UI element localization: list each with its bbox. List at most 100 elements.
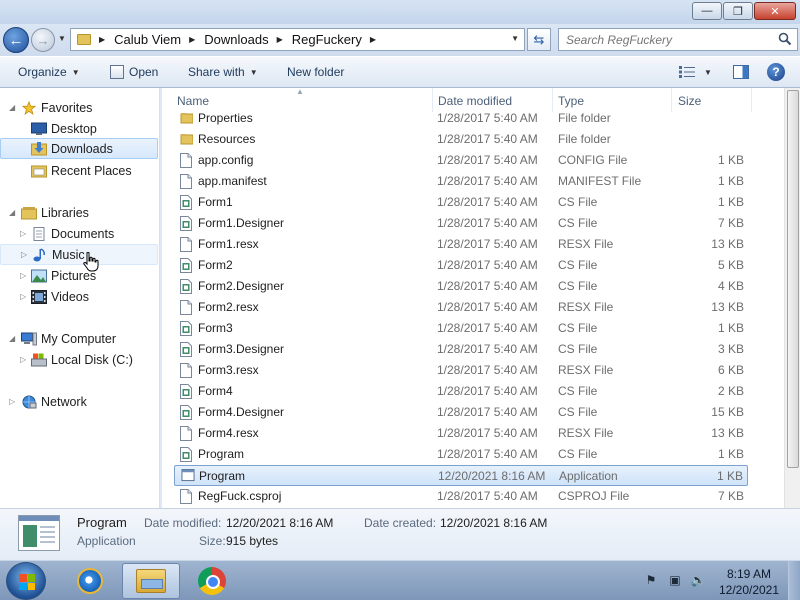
back-button[interactable]: ← <box>3 27 29 53</box>
collapsed-icon[interactable]: ▷ <box>20 229 26 238</box>
nav-local-disk[interactable]: ▷ Local Disk (C:) <box>0 349 158 370</box>
breadcrumb-separator-icon[interactable]: ▶ <box>99 35 105 44</box>
breadcrumb-item[interactable]: Calub Viem <box>114 32 181 47</box>
open-button[interactable]: Open <box>110 65 158 79</box>
nav-documents[interactable]: ▷ Documents <box>0 223 158 244</box>
file-row[interactable]: Form2.resx 1/28/2017 5:40 AM RESX File 13 K… <box>174 297 748 318</box>
file-row[interactable]: Resources 1/28/2017 5:40 AM File folder <box>174 129 748 150</box>
nav-my-computer[interactable]: ◢ My Computer <box>0 328 158 349</box>
close-button[interactable]: ✕ <box>754 2 796 20</box>
file-date-modified: 1/28/2017 5:40 AM <box>437 174 538 188</box>
refresh-button[interactable]: ⇆ <box>527 28 551 51</box>
start-button[interactable] <box>6 562 46 600</box>
collapsed-icon[interactable]: ▷ <box>9 397 15 406</box>
nav-label: Videos <box>51 289 89 304</box>
taskbar-chrome[interactable] <box>183 563 241 599</box>
collapsed-icon[interactable]: ▷ <box>20 271 26 280</box>
collapsed-icon[interactable]: ▷ <box>20 292 26 301</box>
file-row[interactable]: Form4 1/28/2017 5:40 AM CS File 2 KB <box>174 381 748 402</box>
file-row[interactable]: Program 1/28/2017 5:40 AM CS File 1 KB <box>174 444 748 465</box>
file-row[interactable]: Form3.resx 1/28/2017 5:40 AM RESX File 6 KB <box>174 360 748 381</box>
search-icon[interactable] <box>778 32 792 46</box>
column-header-size[interactable]: Size <box>678 94 701 108</box>
volume-icon[interactable]: 🔈 <box>691 573 706 587</box>
maximize-button[interactable]: ❐ <box>723 2 753 20</box>
application-icon <box>181 469 195 482</box>
column-divider[interactable] <box>751 88 752 112</box>
file-row[interactable]: Form3.Designer 1/28/2017 5:40 AM CS File 3 … <box>174 339 748 360</box>
organize-button[interactable]: Organize ▼ <box>18 65 80 79</box>
file-date-modified: 1/28/2017 5:40 AM <box>437 489 538 503</box>
system-clock[interactable]: 8:19 AM 12/20/2021 <box>718 566 780 598</box>
file-date-modified: 1/28/2017 5:40 AM <box>437 111 538 125</box>
address-history-dropdown[interactable]: ▼ <box>511 34 519 43</box>
taskbar-windows-explorer[interactable] <box>122 563 180 599</box>
open-label: Open <box>129 65 159 79</box>
network-status-icon[interactable]: ▣ <box>668 573 682 587</box>
search-input[interactable] <box>566 32 771 47</box>
nav-music[interactable]: ▷ Music <box>0 244 158 265</box>
file-size: 6 KB <box>717 363 744 377</box>
nav-videos[interactable]: ▷ Videos <box>0 286 158 307</box>
vertical-scrollbar[interactable] <box>784 88 800 508</box>
minimize-button[interactable]: — <box>692 2 722 20</box>
file-type: CS File <box>558 258 598 272</box>
search-box[interactable] <box>558 28 798 51</box>
preview-pane-icon[interactable] <box>733 65 749 79</box>
file-row[interactable]: Form1.resx 1/28/2017 5:40 AM RESX File 13 K… <box>174 234 748 255</box>
breadcrumb-separator-icon[interactable]: ▶ <box>189 35 195 44</box>
action-center-flag-icon[interactable]: ⚑ <box>644 573 658 587</box>
file-type: RESX File <box>558 300 614 314</box>
nav-pictures[interactable]: ▷ Pictures <box>0 265 158 286</box>
file-date-modified: 1/28/2017 5:40 AM <box>437 153 538 167</box>
file-name: app.manifest <box>198 174 267 188</box>
help-icon[interactable]: ? <box>767 63 785 81</box>
nav-downloads[interactable]: Downloads <box>0 138 158 159</box>
breadcrumb-separator-icon[interactable]: ▶ <box>277 35 283 44</box>
forward-button[interactable]: → <box>31 28 55 52</box>
folder-icon <box>77 34 91 45</box>
collapsed-icon[interactable]: ▷ <box>21 250 27 259</box>
file-row[interactable]: Form1 1/28/2017 5:40 AM CS File 1 KB <box>174 192 748 213</box>
collapsed-icon[interactable]: ▷ <box>20 355 26 364</box>
file-row[interactable]: RegFuck.csproj 1/28/2017 5:40 AM CSPROJ Fi… <box>174 486 748 507</box>
breadcrumb-item[interactable]: Downloads <box>204 32 268 47</box>
column-header-name[interactable]: Name <box>177 94 209 108</box>
change-view-icon[interactable] <box>679 66 695 78</box>
nav-recent-places[interactable]: Recent Places <box>0 160 158 181</box>
file-row[interactable]: Form2.Designer 1/28/2017 5:40 AM CS File 4 … <box>174 276 748 297</box>
breadcrumb-separator-icon[interactable]: ▶ <box>370 35 376 44</box>
share-with-button[interactable]: Share with ▼ <box>188 65 258 79</box>
nav-desktop[interactable]: Desktop <box>0 118 158 139</box>
nav-libraries[interactable]: ◢ Libraries <box>0 202 158 223</box>
file-row[interactable]: Properties 1/28/2017 5:40 AM File folder <box>174 108 748 129</box>
nav-network[interactable]: ▷ Network <box>0 391 158 412</box>
new-folder-button[interactable]: New folder <box>287 65 344 79</box>
file-name: Form1 <box>198 195 233 209</box>
column-header-type[interactable]: Type <box>558 94 584 108</box>
expanded-icon[interactable]: ◢ <box>9 208 15 217</box>
file-row[interactable]: Form3 1/28/2017 5:40 AM CS File 1 KB <box>174 318 748 339</box>
breadcrumb-item[interactable]: RegFuckery <box>292 32 362 47</box>
file-row[interactable]: Form4.Designer 1/28/2017 5:40 AM CS File 15… <box>174 402 748 423</box>
taskbar-internet-explorer[interactable] <box>61 563 119 599</box>
nav-favorites[interactable]: ◢ Favorites <box>0 97 158 118</box>
expanded-icon[interactable]: ◢ <box>9 103 15 112</box>
address-bar[interactable]: ▶ Calub Viem ▶ Downloads ▶ RegFuckery ▶ ▼ <box>70 28 525 51</box>
file-row[interactable]: Form4.resx 1/28/2017 5:40 AM RESX File 13 K… <box>174 423 748 444</box>
file-row[interactable]: app.manifest 1/28/2017 5:40 AM MANIFEST Fi… <box>174 171 748 192</box>
file-date-modified: 1/28/2017 5:40 AM <box>437 195 538 209</box>
show-desktop-button[interactable] <box>788 561 800 600</box>
column-header-date[interactable]: Date modified <box>438 94 512 108</box>
recent-pages-dropdown[interactable]: ▼ <box>58 34 66 43</box>
file-icon <box>180 426 192 441</box>
file-row[interactable]: Program 12/20/2021 8:16 AM Application 1 KB <box>174 465 748 486</box>
cs-file-icon <box>180 405 192 420</box>
expanded-icon[interactable]: ◢ <box>9 334 15 343</box>
file-date-modified: 1/28/2017 5:40 AM <box>437 216 538 230</box>
scrollbar-thumb[interactable] <box>787 90 799 468</box>
file-row[interactable]: Form2 1/28/2017 5:40 AM CS File 5 KB <box>174 255 748 276</box>
view-options-dropdown[interactable]: ▼ <box>704 68 712 77</box>
file-row[interactable]: app.config 1/28/2017 5:40 AM CONFIG File 1 … <box>174 150 748 171</box>
file-row[interactable]: Form1.Designer 1/28/2017 5:40 AM CS File 7 … <box>174 213 748 234</box>
